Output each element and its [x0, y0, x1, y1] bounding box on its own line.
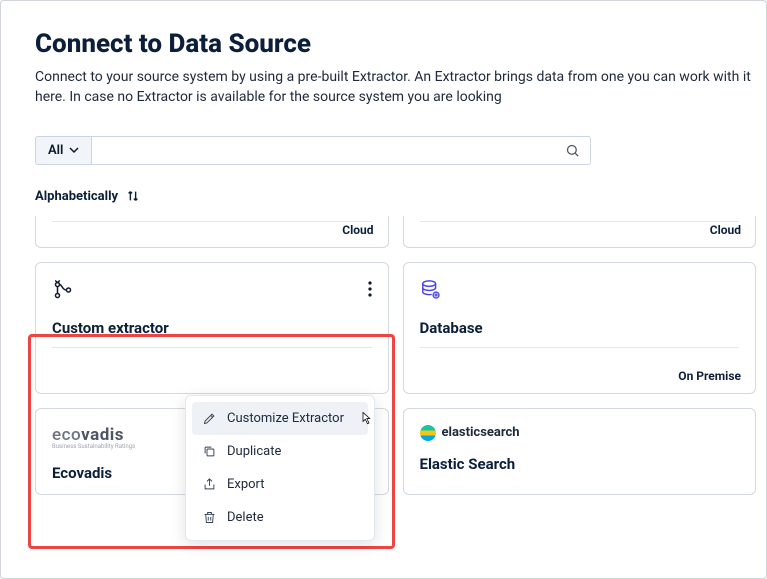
trash-icon — [202, 510, 217, 525]
elasticsearch-logo-icon — [420, 425, 436, 441]
menu-item-label: Duplicate — [227, 444, 281, 459]
search-icon — [565, 143, 580, 158]
search-input[interactable] — [100, 137, 565, 164]
menu-item-label: Export — [227, 477, 265, 492]
filter-all-label: All — [48, 143, 63, 158]
card-menu-button[interactable] — [368, 281, 372, 301]
mouse-cursor — [357, 411, 375, 433]
menu-item-delete[interactable]: Delete — [192, 501, 368, 534]
search-field-wrap — [92, 136, 591, 165]
menu-item-label: Customize Extractor — [227, 411, 344, 426]
sort-control[interactable]: Alphabetically — [35, 189, 766, 204]
sort-label: Alphabetically — [35, 189, 118, 204]
sort-arrows-icon — [126, 189, 140, 203]
export-icon — [202, 477, 217, 492]
menu-item-label: Delete — [227, 510, 264, 525]
deployment-badge: On Premise — [678, 369, 741, 383]
duplicate-icon — [202, 444, 217, 459]
menu-item-export[interactable]: Export — [192, 468, 368, 501]
chevron-down-icon — [69, 145, 79, 155]
card-context-menu: Customize Extractor Duplicate Export Del… — [185, 395, 375, 541]
card-elastic-search[interactable]: elasticsearch Elastic Search — [403, 408, 757, 495]
card-title: Custom extractor — [52, 319, 372, 337]
card-coupa[interactable]: Coupa Cloud — [35, 216, 389, 248]
menu-item-duplicate[interactable]: Duplicate — [192, 435, 368, 468]
deployment-badge: Cloud — [342, 223, 373, 237]
card-coupa-v2[interactable]: Coupa V2 Cloud — [403, 216, 757, 248]
filter-all-dropdown[interactable]: All — [35, 136, 92, 165]
cards-container: Coupa Cloud Coupa V2 Cloud — [35, 216, 766, 556]
branch-icon — [52, 279, 74, 301]
card-custom-extractor[interactable]: Custom extractor — [35, 262, 389, 394]
page-subtitle: Connect to your source system by using a… — [35, 67, 766, 108]
page-title: Connect to Data Source — [35, 29, 766, 59]
database-icon — [420, 279, 442, 301]
card-title: Database — [420, 319, 740, 337]
kebab-icon — [368, 281, 372, 297]
pencil-icon — [202, 411, 217, 426]
filter-bar: All — [35, 136, 766, 165]
card-database[interactable]: Database On Premise — [403, 262, 757, 394]
deployment-badge: Cloud — [710, 223, 741, 237]
elasticsearch-logo: elasticsearch — [420, 425, 740, 441]
card-title: Elastic Search — [420, 455, 740, 473]
menu-item-customize[interactable]: Customize Extractor — [192, 402, 368, 435]
app-window: Connect to Data Source Connect to your s… — [0, 0, 767, 579]
